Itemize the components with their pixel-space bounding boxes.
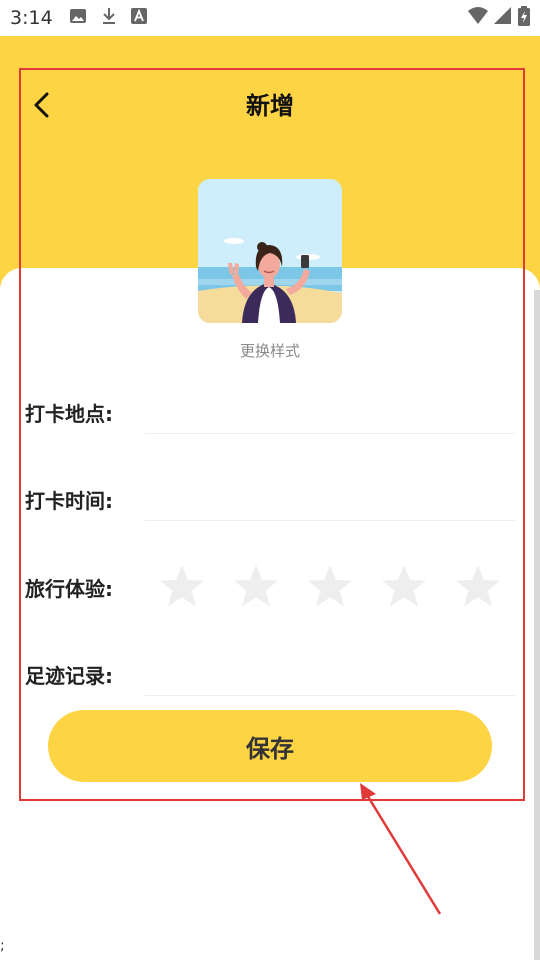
location-label: 打卡地点: xyxy=(25,402,113,426)
signal-icon xyxy=(494,6,512,30)
battery-charging-icon xyxy=(518,5,530,31)
time-label: 打卡时间: xyxy=(25,489,113,513)
stray-text: ; xyxy=(0,938,5,954)
cover-image[interactable] xyxy=(198,179,342,323)
download-icon xyxy=(101,7,117,30)
font-icon xyxy=(130,7,147,29)
star-icon-4[interactable] xyxy=(380,562,428,610)
status-bar: 3:14 xyxy=(0,0,540,36)
star-icon-2[interactable] xyxy=(232,562,280,610)
beach-selfie-illustration xyxy=(198,179,342,323)
experience-label: 旅行体验: xyxy=(25,577,113,601)
footprint-label: 足迹记录: xyxy=(25,664,113,688)
footprint-input[interactable] xyxy=(145,660,515,696)
rating-stars xyxy=(158,562,502,610)
time-input[interactable] xyxy=(145,485,515,521)
status-time: 3:14 xyxy=(10,7,53,29)
location-input[interactable] xyxy=(145,398,515,434)
star-icon-3[interactable] xyxy=(306,562,354,610)
annotation-arrow-icon xyxy=(360,783,442,915)
star-icon-5[interactable] xyxy=(454,562,502,610)
form-card xyxy=(0,268,540,960)
page-title: 新增 xyxy=(246,92,294,120)
image-icon xyxy=(69,8,87,29)
scrollbar[interactable] xyxy=(534,290,540,960)
wifi-icon xyxy=(468,6,488,30)
change-style-link[interactable]: 更换样式 xyxy=(0,340,540,361)
status-right-icons xyxy=(468,5,530,31)
save-button[interactable]: 保存 xyxy=(48,710,492,782)
star-icon-1[interactable] xyxy=(158,562,206,610)
